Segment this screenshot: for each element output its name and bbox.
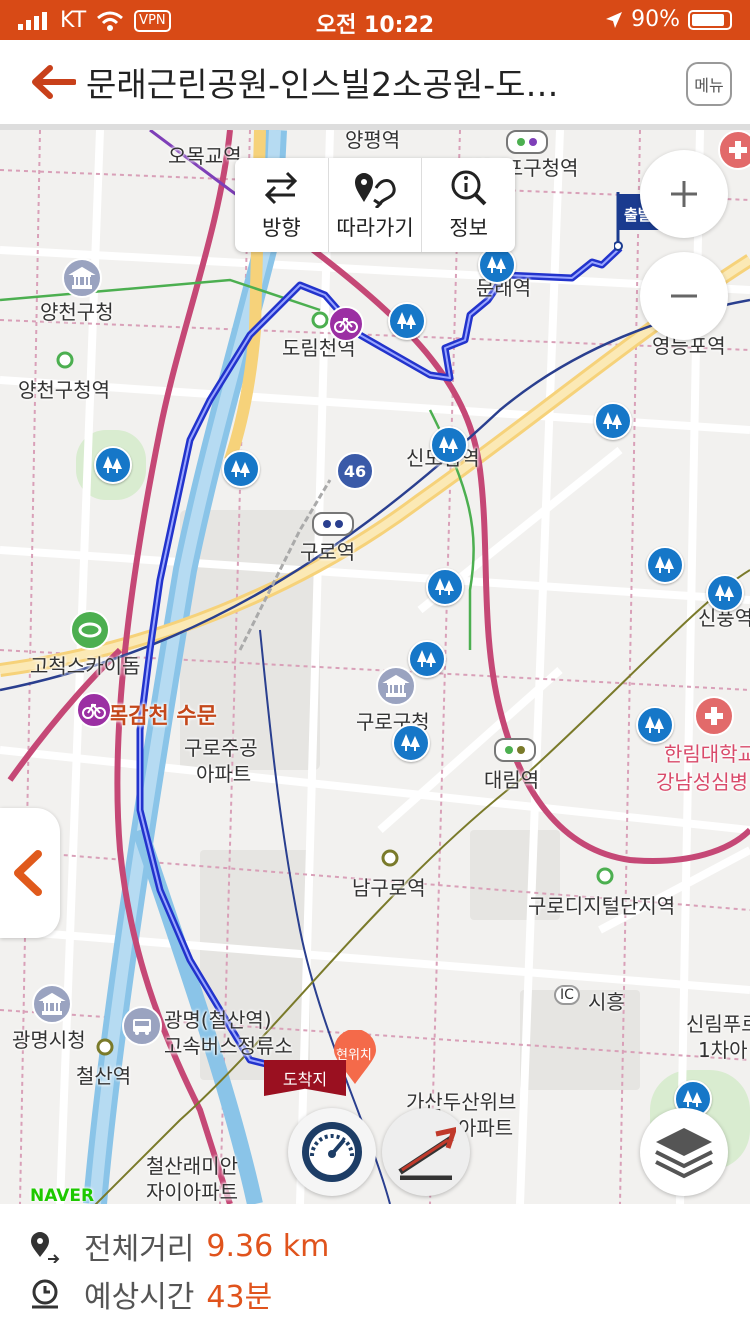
map-label-sillim-1: 신림푸르	[686, 1012, 750, 1036]
map-label-daerim: 대림역	[484, 768, 540, 792]
back-arrow-icon[interactable]	[30, 62, 76, 102]
layers-button[interactable]	[640, 1108, 728, 1196]
park-icon[interactable]	[636, 706, 674, 744]
bus-icon[interactable]	[122, 1006, 162, 1046]
map-label-yangcheon-gucheong: 양천구청	[40, 300, 114, 324]
park-icon[interactable]	[388, 302, 426, 340]
map-label-cheolsan: 철산역	[76, 1064, 132, 1088]
header: 문래근린공원-인스빌2소공원-도… 메뉴	[0, 40, 750, 130]
route-46-badge: 46	[336, 452, 374, 490]
map-label-gocheok-skydome: 고척스카이돔	[30, 654, 141, 678]
minus-icon	[671, 294, 697, 298]
map-label-sillim-2: 1차아	[698, 1038, 748, 1062]
hospital-icon[interactable]	[694, 696, 734, 736]
time-label: 예상시간	[84, 1280, 195, 1315]
distance-label: 전체거리	[84, 1232, 195, 1267]
time-value: 43분	[206, 1280, 273, 1315]
hospital-icon[interactable]	[718, 130, 750, 170]
info-magnifier-icon	[451, 170, 487, 206]
map-label-omokgyo: 오목교역	[168, 144, 242, 168]
follow-button[interactable]: 따라가기	[329, 158, 423, 252]
bicycle-icon[interactable]	[328, 306, 364, 342]
park-icon[interactable]	[706, 574, 744, 612]
distance-row: 전체거리 9.36 km	[28, 1224, 329, 1268]
elevation-button[interactable]	[382, 1108, 470, 1196]
battery-icon	[688, 9, 732, 30]
time-row: 예상시간 43분	[28, 1272, 272, 1316]
status-bar: KT VPN 오전 10:22 90%	[0, 0, 750, 40]
battery-percent: 90%	[631, 7, 680, 32]
layers-icon	[655, 1128, 713, 1179]
subway-station-icon[interactable]	[312, 512, 354, 536]
park-icon[interactable]	[392, 724, 430, 762]
zoom-out-button[interactable]	[640, 252, 728, 340]
map-label-mokgamcheon-sumun: 목감천 수문	[108, 704, 217, 729]
plus-icon	[671, 181, 697, 207]
location-arrow-icon	[606, 11, 623, 28]
map-label-guro-jugong: 구로주공	[184, 736, 258, 760]
map-view[interactable]: 오목교역 양평역 영등포구청역 양천구청 양천구청역 도림천역 문래역 영등포역…	[0, 130, 750, 1204]
speedometer-icon	[302, 1122, 362, 1182]
map-label-hallym-2: 강남성심병	[656, 770, 748, 794]
government-building-icon[interactable]	[62, 258, 102, 298]
subway-station-icon[interactable]	[506, 130, 548, 154]
map-label-namguro: 남구로역	[352, 876, 426, 900]
park-icon[interactable]	[426, 568, 464, 606]
slope-icon	[398, 1126, 456, 1180]
direction-label: 방향	[262, 216, 301, 240]
info-label: 정보	[449, 216, 488, 240]
clock-icon	[32, 1279, 58, 1309]
ic-badge: IC	[554, 985, 580, 1005]
page-title: 문래근린공원-인스빌2소공원-도…	[86, 65, 559, 104]
park-icon[interactable]	[430, 426, 468, 464]
route-distance-icon	[31, 1232, 60, 1263]
stadium-icon[interactable]	[70, 610, 110, 650]
map-label-gwangmyeong-bus-2: 고속버스정류소	[164, 1034, 293, 1058]
follow-label: 따라가기	[336, 216, 414, 240]
distance-value: 9.36 km	[206, 1228, 330, 1264]
map-toolbar: 방향 따라가기 정보	[235, 158, 515, 252]
route-summary: 전체거리 9.36 km 예상시간 43분	[0, 1204, 750, 1334]
park-icon[interactable]	[222, 450, 260, 488]
park-icon[interactable]	[94, 446, 132, 484]
subway-station-icon[interactable]	[494, 738, 536, 762]
battery-fill	[692, 13, 724, 26]
zoom-in-button[interactable]	[640, 150, 728, 238]
map-label-guro-jugong-apt: 아파트	[196, 762, 252, 786]
naver-logo: NAVER	[30, 1186, 95, 1204]
park-icon[interactable]	[646, 546, 684, 584]
map-label-gwangmyeong-bus-1: 광명(철산역)	[164, 1008, 272, 1032]
bicycle-icon[interactable]	[76, 692, 112, 728]
map-label-guro-digital: 구로디지털단지역	[528, 894, 676, 918]
info-button[interactable]: 정보	[422, 158, 515, 252]
map-label-cheolsan-raemian-1: 철산래미안	[146, 1154, 238, 1178]
map-label-yangcheon-gucheong-station: 양천구청역	[18, 378, 110, 402]
government-building-icon[interactable]	[376, 666, 416, 706]
menu-button[interactable]: 메뉴	[686, 62, 732, 106]
map-label-gwangmyeong-hall: 광명시청	[12, 1028, 86, 1052]
side-panel-toggle[interactable]	[0, 808, 60, 938]
chevron-left-icon	[14, 850, 42, 896]
map-label-yangpyeong: 양평역	[345, 130, 401, 152]
direction-button[interactable]: 방향	[235, 158, 329, 252]
map-label-siheung: 시흥	[588, 990, 625, 1014]
direction-swap-icon	[265, 171, 298, 205]
map-label-guro-station: 구로역	[300, 540, 356, 564]
park-icon[interactable]	[594, 402, 632, 440]
speedometer-button[interactable]	[288, 1108, 376, 1196]
government-building-icon[interactable]	[32, 984, 72, 1024]
follow-route-icon	[355, 173, 396, 208]
map-label-hallym-1: 한림대학교	[664, 742, 750, 766]
map-label-cheolsan-raemian-2: 자이아파트	[146, 1180, 238, 1204]
